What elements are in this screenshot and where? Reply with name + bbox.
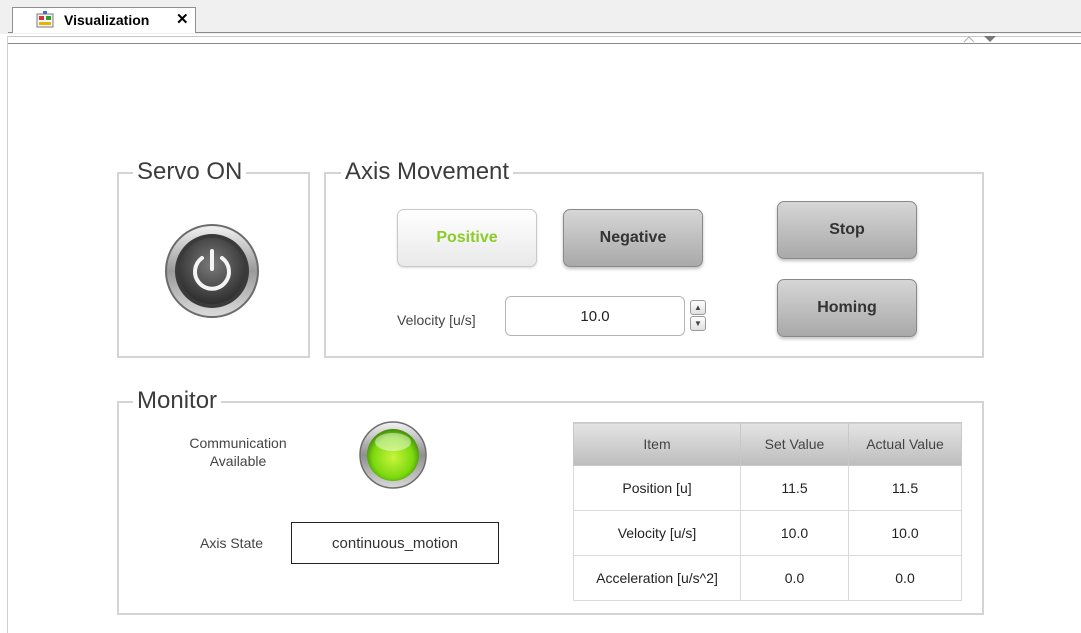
table-cell-actual: 0.0	[848, 555, 962, 601]
negative-button[interactable]: Negative	[563, 209, 703, 267]
table-row: Acceleration [u/s^2] 0.0 0.0	[573, 555, 962, 601]
velocity-label: Velocity [u/s]	[397, 312, 476, 328]
homing-button[interactable]: Homing	[777, 279, 917, 337]
tab-strip-divider	[8, 36, 1081, 37]
table-header-set-value: Set Value	[740, 422, 849, 466]
communication-led-icon	[359, 421, 427, 489]
axis-movement-title: Axis Movement	[341, 158, 514, 186]
stop-button[interactable]: Stop	[777, 201, 917, 259]
velocity-input[interactable]: 10.0	[505, 296, 685, 336]
table-cell-set: 10.0	[740, 510, 849, 556]
table-cell-item: Velocity [u/s]	[573, 510, 741, 556]
axis-state-label: Axis State	[200, 535, 264, 551]
table-row: Velocity [u/s] 10.0 10.0	[573, 510, 962, 556]
table-cell-item: Position [u]	[573, 465, 741, 511]
table-cell-item: Acceleration [u/s^2]	[573, 555, 741, 601]
axis-state-value: continuous_motion	[291, 522, 499, 564]
communication-label-line2: Available	[209, 453, 267, 469]
visualization-icon	[36, 11, 54, 28]
table-header-row: Item Set Value Actual Value	[573, 422, 962, 466]
table-cell-set: 0.0	[740, 555, 849, 601]
tab-label: Visualization	[64, 12, 150, 28]
servo-group-title: Servo ON	[133, 158, 247, 186]
table-row: Position [u] 11.5 11.5	[573, 465, 962, 511]
monitor-title: Monitor	[133, 387, 222, 415]
positive-button[interactable]: Positive	[397, 209, 537, 267]
table-header-actual-value: Actual Value	[848, 422, 962, 466]
table-header-item: Item	[573, 422, 741, 466]
velocity-increment-button[interactable]: ▲	[690, 300, 706, 315]
communication-label-line1: Communication	[189, 435, 287, 451]
communication-label: Communication Available	[170, 434, 306, 470]
monitor-table: Item Set Value Actual Value Position [u]…	[573, 422, 962, 601]
velocity-decrement-button[interactable]: ▼	[690, 316, 706, 331]
tab-strip-bottom-border	[8, 43, 1081, 44]
editor-left-border	[7, 36, 8, 633]
power-icon[interactable]	[163, 222, 261, 320]
table-cell-set: 11.5	[740, 465, 849, 511]
close-icon[interactable]: ✕	[176, 12, 189, 28]
editor-tab-strip: Visualization ✕	[0, 0, 1081, 44]
tab-scroll-arrows-icon[interactable]	[962, 35, 1002, 43]
table-cell-actual: 11.5	[848, 465, 962, 511]
table-cell-actual: 10.0	[848, 510, 962, 556]
